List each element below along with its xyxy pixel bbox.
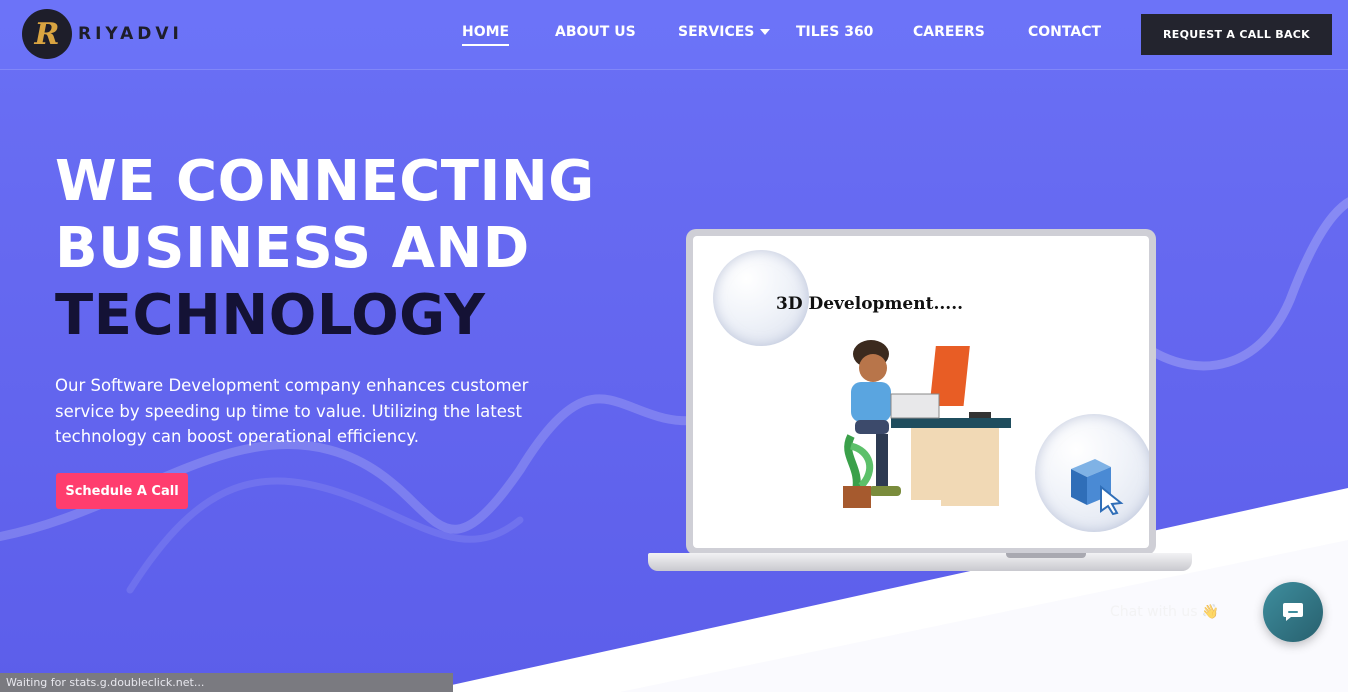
nav-about-us[interactable]: ABOUT US: [555, 24, 636, 40]
nav-contact[interactable]: CONTACT: [1028, 24, 1101, 40]
laptop-screen: 3D Development.....: [686, 229, 1156, 555]
logo-mark-icon: R: [22, 9, 72, 59]
chat-hint-text: Chat with us 👋: [1110, 604, 1220, 620]
nav-services-label: SERVICES: [678, 24, 755, 40]
chat-bubble-icon: [1283, 603, 1303, 621]
nav-tiles-360[interactable]: TILES 360: [796, 24, 873, 40]
headline-line-1: WE CONNECTING: [55, 149, 595, 214]
hero-subtitle: Our Software Development company enhance…: [55, 376, 529, 446]
browser-status-bar: Waiting for stats.g.doubleclick.net...: [0, 673, 453, 692]
headline-line-2: BUSINESS AND: [55, 216, 530, 281]
brand-logo[interactable]: R RIYADVI: [22, 9, 183, 59]
site-header: R RIYADVI HOME ABOUT US SERVICES TILES 3…: [0, 0, 1348, 70]
laptop-screen-content: 3D Development.....: [693, 236, 1149, 548]
request-call-back-button[interactable]: REQUEST A CALL BACK: [1141, 14, 1332, 55]
laptop-base: [648, 553, 1192, 571]
cube-cursor-icon: [1071, 459, 1124, 516]
schedule-call-button[interactable]: Schedule A Call: [56, 473, 188, 509]
nav-services[interactable]: SERVICES: [678, 24, 771, 40]
brand-name: RIYADVI: [78, 24, 183, 44]
laptop-base-notch: [1006, 553, 1086, 558]
hero-headline: WE CONNECTING BUSINESS AND TECHNOLOGY: [55, 148, 595, 349]
nav-careers[interactable]: CAREERS: [913, 24, 985, 40]
chat-button[interactable]: [1263, 582, 1323, 642]
developer-at-desk-illustration: [843, 340, 1011, 508]
screen-title: 3D Development.....: [776, 294, 964, 314]
chevron-down-icon: [760, 29, 771, 35]
nav-home[interactable]: HOME: [462, 24, 510, 46]
headline-line-3: TECHNOLOGY: [55, 283, 486, 348]
